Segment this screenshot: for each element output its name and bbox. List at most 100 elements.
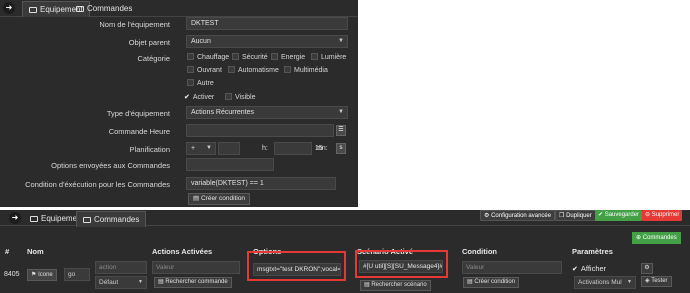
settings-button[interactable]: ⚙ — [641, 263, 653, 274]
checkbox[interactable] — [284, 66, 291, 73]
list-icon: ▤ — [467, 279, 473, 285]
options-input[interactable]: msgtxt="test DKRON";vocal=1 — [253, 263, 341, 276]
create-condition-button[interactable]: ▤ Créer condition — [463, 277, 520, 288]
delete-button[interactable]: ⊖ Supprimer — [642, 210, 683, 221]
tab-label: Commandes — [94, 215, 140, 224]
chevron-down-icon: ▼ — [206, 145, 212, 151]
category-chauffage[interactable]: Chauffage — [187, 53, 229, 62]
list-icon[interactable]: ☰ — [336, 125, 346, 136]
condition-label: Condition d'éxécution pour les Commandes — [25, 180, 170, 189]
plan-days-input[interactable] — [218, 142, 240, 155]
row-id: 8405 — [4, 271, 20, 278]
category-securite[interactable]: Sécurité — [232, 53, 268, 62]
header-name: Nom — [27, 247, 44, 256]
back-arrow-icon[interactable]: ➜ — [9, 212, 21, 224]
category-ouvrant[interactable]: Ouvrant — [187, 66, 222, 75]
scenario-input[interactable]: #[U util][S][SU_Message4]# — [359, 260, 443, 273]
checkbox-label: Chauffage — [197, 54, 230, 61]
duplicate-button[interactable]: ❐ Dupliquer — [555, 210, 596, 221]
parent-label: Objet parent — [128, 38, 170, 47]
flag-icon: ⚑ — [31, 272, 37, 278]
checkbox-label: Afficher — [580, 264, 607, 273]
checkbox[interactable] — [232, 53, 239, 60]
rss-icon: ◈ — [645, 278, 650, 284]
category-autre[interactable]: Autre — [187, 79, 214, 88]
save-button[interactable]: ✔ Sauvegarder — [595, 210, 643, 221]
activations-select[interactable]: Activations Mul ▼ — [574, 276, 636, 289]
checkbox-label: Autre — [197, 80, 214, 87]
activate-checkbox[interactable]: ✔ Activer — [184, 93, 214, 102]
plan-s-button[interactable]: s — [336, 143, 346, 154]
checkbox-label: Multimédia — [294, 67, 328, 74]
button-label: Commandes — [642, 235, 677, 241]
check-icon: ✔ — [598, 212, 604, 218]
search-command-button[interactable]: ▤ Rechercher commande — [154, 277, 232, 288]
cmd-time-label: Commande Heure — [108, 127, 170, 136]
name-input[interactable]: DKTEST — [186, 17, 348, 30]
list-icon — [76, 6, 84, 12]
checkbox[interactable] — [187, 79, 194, 86]
checkbox[interactable] — [187, 53, 194, 60]
options-input[interactable] — [186, 158, 274, 171]
plan-mode-select[interactable]: + ▼ — [186, 142, 216, 155]
list-icon — [83, 217, 91, 223]
tab-bar: ➜ Equipement Commandes ⚙ Configuration a… — [0, 210, 690, 227]
header-id: # — [5, 247, 10, 256]
button-label: Configuration avancée — [491, 213, 552, 219]
parent-select[interactable]: Aucun ▼ — [186, 35, 348, 48]
action-value-input[interactable]: Valeur — [152, 261, 240, 274]
category-multimedia[interactable]: Multimédia — [284, 66, 328, 75]
condition-input[interactable]: variable(DKTEST) == 1 — [186, 177, 336, 190]
visible-checkbox[interactable]: Visible — [225, 93, 256, 102]
checkbox[interactable] — [228, 66, 235, 73]
checkbox-label: Visible — [235, 94, 256, 101]
tab-commandes[interactable]: Commandes — [70, 1, 138, 17]
command-name-input[interactable]: go — [64, 268, 90, 281]
plan-plus: + — [191, 145, 196, 152]
checkbox[interactable] — [225, 93, 232, 100]
checkbox[interactable] — [271, 53, 278, 60]
show-checkbox[interactable]: ✔ Afficher — [572, 264, 606, 274]
search-icon: ▤ — [193, 195, 200, 202]
checkbox-label: Automatisme — [238, 67, 279, 74]
checkbox[interactable] — [311, 53, 318, 60]
advanced-config-button[interactable]: ⚙ Configuration avancée — [480, 210, 556, 221]
type-select[interactable]: Actions Récurrentes ▼ — [186, 106, 348, 119]
category-energie[interactable]: Energie — [271, 53, 305, 62]
add-command-button[interactable]: ⊕ Commandes — [632, 232, 681, 244]
list-icon: ▤ — [158, 279, 164, 285]
plus-circle-icon: ⊕ — [636, 235, 642, 241]
button-label: Tester — [651, 278, 668, 284]
minus-icon: ⊖ — [645, 212, 651, 218]
cmd-time-input[interactable] — [186, 124, 334, 137]
button-label: Rechercher scénario — [371, 282, 427, 288]
back-arrow-icon[interactable]: ➜ — [3, 2, 15, 14]
checkbox[interactable] — [187, 66, 194, 73]
chevron-down-icon: ▼ — [338, 109, 344, 115]
category-lumiere[interactable]: Lumière — [311, 53, 346, 62]
header-actions: Actions Activées — [152, 247, 213, 256]
plan-hours-input[interactable] — [274, 142, 312, 155]
category-automatisme[interactable]: Automatisme — [228, 66, 279, 75]
default-select[interactable]: Défaut ▼ — [95, 276, 147, 289]
icon-button[interactable]: ⚑ Icone — [27, 269, 57, 281]
planning-label: Planification — [129, 145, 170, 154]
search-scenario-button[interactable]: ▤ Rechercher scénario — [360, 280, 431, 291]
button-label: Sauvegarder — [604, 212, 640, 218]
select-value: Activations Mul — [578, 279, 622, 286]
condition-input[interactable]: Valeur — [462, 261, 562, 274]
button-label: Créer condition — [474, 279, 516, 285]
action-type-input[interactable]: action — [95, 261, 147, 274]
test-button[interactable]: ◈ Tester — [641, 276, 672, 287]
plan-mn-value[interactable]: 15 — [315, 142, 323, 155]
checkbox-label: Ouvrant — [197, 67, 222, 74]
create-condition-button[interactable]: ▤ Créer condition — [188, 193, 251, 205]
tab-label: Commandes — [87, 4, 133, 13]
button-label: Rechercher commande — [165, 279, 228, 285]
checkbox-label: Energie — [281, 54, 306, 61]
equipment-config-panel: ➜ Equipement Commandes Nom de l'équipeme… — [0, 0, 358, 207]
tab-bar: ➜ Equipement Commandes — [0, 0, 358, 17]
category-label: Catégorie — [137, 54, 170, 63]
type-value: Actions Récurrentes — [191, 109, 255, 116]
tab-commandes[interactable]: Commandes — [76, 211, 147, 227]
